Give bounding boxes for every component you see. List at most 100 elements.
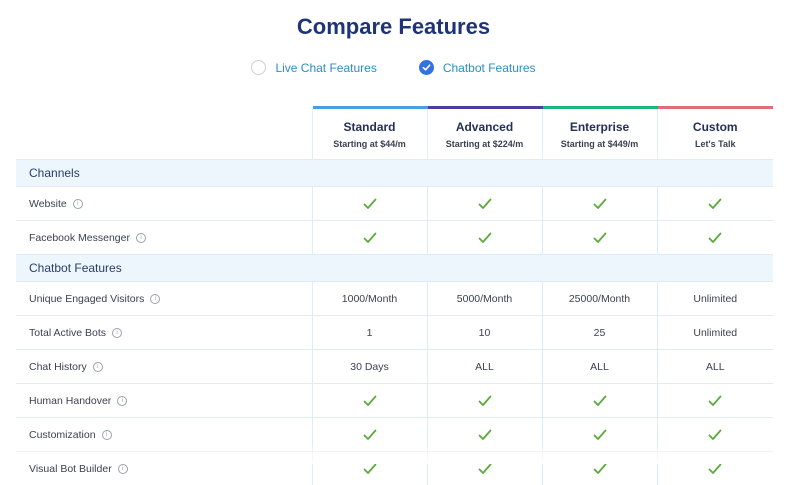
feature-label-cell: Unique Engaged Visitors i [16, 282, 312, 316]
value-text: ALL [706, 361, 725, 373]
section-title: Chatbot Features [16, 255, 773, 282]
live-chat-features-option[interactable]: Live Chat Features [251, 60, 376, 75]
plan-header-standard: Standard Starting at $44/m [312, 108, 427, 160]
value-cell: Unlimited [657, 282, 773, 316]
value-cell [427, 221, 542, 255]
check-icon [363, 429, 377, 441]
check-icon [708, 232, 722, 244]
section-header-row: Chatbot Features [16, 255, 773, 282]
info-icon[interactable]: i [102, 430, 112, 440]
check-icon [708, 395, 722, 407]
check-icon [363, 232, 377, 244]
check-icon [478, 429, 492, 441]
value-cell [542, 384, 657, 418]
check-icon [708, 463, 722, 475]
check-icon [708, 198, 722, 210]
live-chat-features-label: Live Chat Features [275, 61, 376, 75]
comparison-table: Standard Starting at $44/mAdvanced Startin… [16, 106, 773, 485]
check-icon [593, 395, 607, 407]
value-cell [427, 384, 542, 418]
value-cell [542, 187, 657, 221]
plan-header-custom: Custom Let's Talk [657, 108, 773, 160]
live-chat-radio[interactable] [251, 60, 266, 75]
check-icon [593, 232, 607, 244]
table-row: Website i [16, 187, 773, 221]
info-icon[interactable]: i [93, 362, 103, 372]
feature-label: Human Handover [29, 395, 111, 407]
value-cell: ALL [542, 350, 657, 384]
check-icon [478, 232, 492, 244]
value-text: 5000/Month [457, 293, 512, 305]
value-cell: 10 [427, 316, 542, 350]
value-cell: 25 [542, 316, 657, 350]
feature-label: Unique Engaged Visitors [29, 293, 144, 305]
value-cell [427, 187, 542, 221]
value-text: 25 [594, 327, 606, 339]
value-text: 1 [367, 327, 373, 339]
comparison-table-body: Channels Website i Facebook Messenger i Chatb… [16, 160, 773, 485]
info-icon[interactable]: i [150, 294, 160, 304]
value-cell [312, 187, 427, 221]
chatbot-features-label: Chatbot Features [443, 61, 536, 75]
plan-header-advanced: Advanced Starting at $224/m [427, 108, 542, 160]
plan-name: Enterprise [543, 120, 657, 134]
plan-price: Starting at $224/m [428, 139, 542, 149]
check-icon [363, 463, 377, 475]
value-cell: 5000/Month [427, 282, 542, 316]
value-cell: 25000/Month [542, 282, 657, 316]
feature-label: Chat History [29, 361, 87, 373]
value-cell: ALL [427, 350, 542, 384]
plan-price: Let's Talk [658, 139, 774, 149]
feature-toggle: Live Chat Features Chatbot Features [0, 60, 787, 75]
check-icon [593, 429, 607, 441]
feature-label: Total Active Bots [29, 327, 106, 339]
check-icon [363, 395, 377, 407]
check-icon [593, 198, 607, 210]
plan-header-row: Standard Starting at $44/mAdvanced Startin… [16, 108, 773, 160]
value-cell [312, 384, 427, 418]
plan-price: Starting at $44/m [313, 139, 427, 149]
check-icon [593, 463, 607, 475]
bottom-fade [0, 446, 787, 464]
section-title: Channels [16, 160, 773, 187]
feature-label: Facebook Messenger [29, 232, 130, 244]
info-icon[interactable]: i [117, 396, 127, 406]
value-text: 1000/Month [342, 293, 397, 305]
feature-label-cell: Human Handover i [16, 384, 312, 418]
page-title: Compare Features [0, 14, 787, 40]
feature-label: Website [29, 198, 67, 210]
check-icon [708, 429, 722, 441]
info-icon[interactable]: i [112, 328, 122, 338]
table-row: Total Active Bots i 1 10 25 Unlimited [16, 316, 773, 350]
value-cell: ALL [657, 350, 773, 384]
feature-label-cell: Website i [16, 187, 312, 221]
table-row: Chat History i 30 Days ALL ALL ALL [16, 350, 773, 384]
info-icon[interactable]: i [73, 199, 83, 209]
chatbot-features-option[interactable]: Chatbot Features [419, 60, 536, 75]
value-text: 10 [479, 327, 491, 339]
feature-label-cell: Facebook Messenger i [16, 221, 312, 255]
value-cell [312, 221, 427, 255]
info-icon[interactable]: i [118, 464, 128, 474]
feature-label: Visual Bot Builder [29, 463, 112, 475]
table-row: Facebook Messenger i [16, 221, 773, 255]
table-row: Unique Engaged Visitors i 1000/Month 5000/M… [16, 282, 773, 316]
header-spacer [16, 108, 312, 160]
value-text: Unlimited [693, 327, 737, 339]
check-icon [478, 198, 492, 210]
plan-name: Standard [313, 120, 427, 134]
value-cell: 30 Days [312, 350, 427, 384]
value-text: ALL [475, 361, 494, 373]
value-cell: Unlimited [657, 316, 773, 350]
value-text: Unlimited [693, 293, 737, 305]
plan-name: Custom [658, 120, 774, 134]
value-text: ALL [590, 361, 609, 373]
plan-name: Advanced [428, 120, 542, 134]
value-cell [657, 384, 773, 418]
value-text: 30 Days [350, 361, 389, 373]
info-icon[interactable]: i [136, 233, 146, 243]
feature-label-cell: Chat History i [16, 350, 312, 384]
chatbot-radio-checked-icon[interactable] [419, 60, 434, 75]
value-cell: 1000/Month [312, 282, 427, 316]
value-cell [542, 221, 657, 255]
